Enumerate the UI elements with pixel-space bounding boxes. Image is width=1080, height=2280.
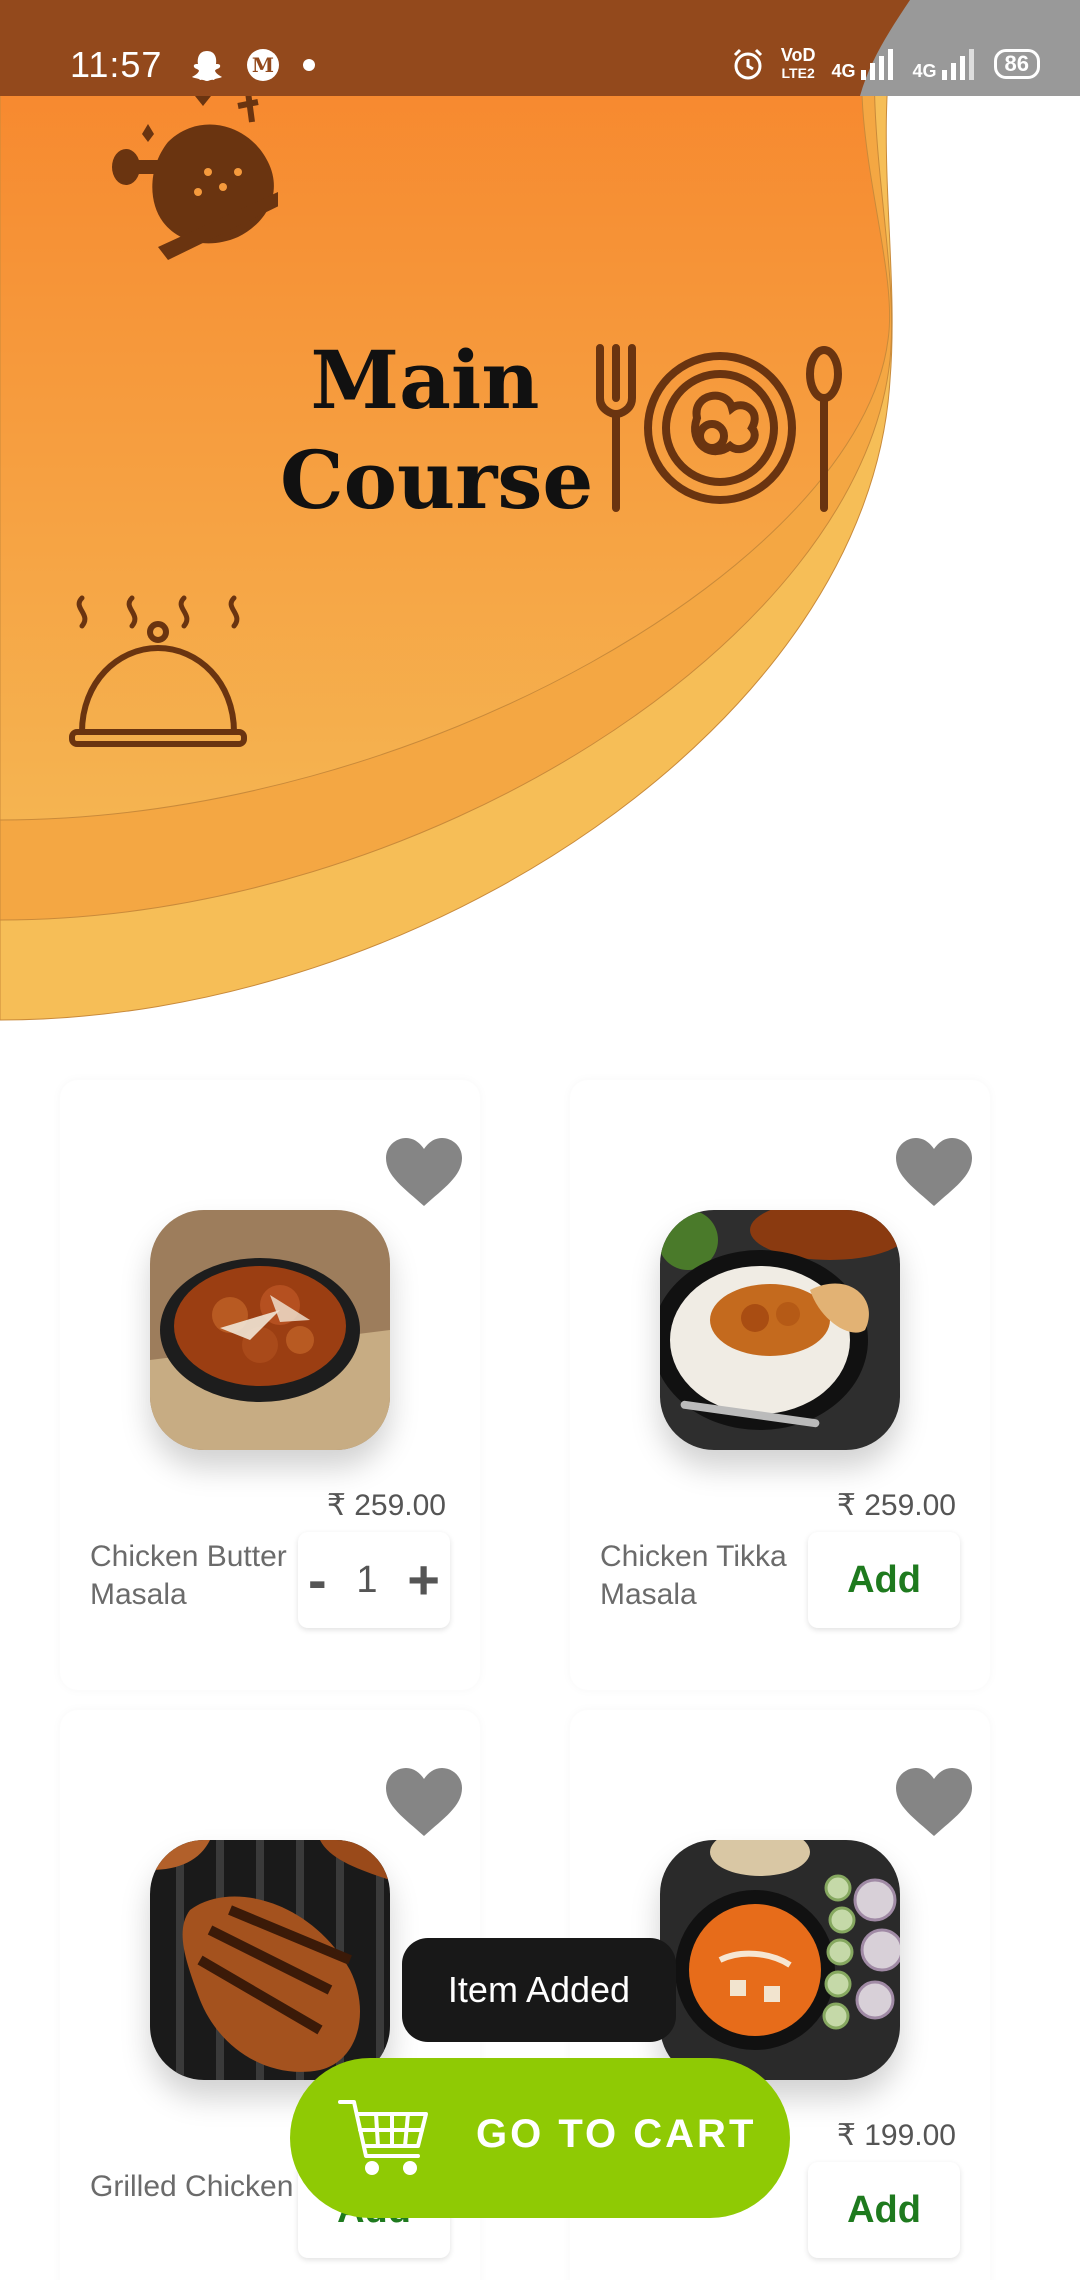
item-name: Chicken Tikka Masala [600,1540,787,1611]
network-label-1: 4G [831,61,856,81]
page-title-line2: Course [280,433,594,527]
menu-item-card[interactable]: ₹ 259.00 Chicken Butter Masala - 1 + [60,1080,480,1690]
decrease-quantity-button[interactable]: - [308,1552,327,1608]
status-time: 11:57 [70,44,163,85]
volte-icon: VoD LTE2 [781,46,816,82]
dish-image[interactable] [660,1840,900,2080]
svg-text:M: M [252,53,274,77]
go-to-cart-label: GO TO CART [476,2112,757,2156]
signal-icon-2: 4G [913,48,978,80]
page-title: Main Course [280,330,594,530]
add-button-label: Add [847,1558,921,1601]
add-button[interactable]: Add [808,2162,960,2258]
favorite-heart-icon[interactable] [384,1766,464,1838]
signal-icon: 4G [831,48,896,80]
dish-image[interactable] [660,1210,900,1450]
add-button[interactable]: Add [808,1532,960,1628]
volte-top-label: VoD [780,45,816,65]
dish-image[interactable] [150,1210,390,1450]
snapchat-icon [192,51,222,81]
item-name: Chicken Butter Masala [90,1540,287,1611]
medium-icon: M [247,49,279,81]
item-added-toast: Item Added [402,1938,676,2042]
item-price: ₹ 199.00 [836,2119,956,2152]
system-status-icons: VoD LTE2 4G 4G 86 [731,46,1040,82]
increase-quantity-button[interactable]: + [407,1552,440,1608]
network-label-2: 4G [912,61,937,81]
item-price: ₹ 259.00 [836,1489,956,1522]
plate-cutlery-icon [592,338,852,518]
quantity-stepper: - 1 + [298,1532,450,1628]
page-title-line1: Main [310,333,540,427]
battery-indicator: 86 [993,49,1040,79]
favorite-heart-icon[interactable] [384,1136,464,1208]
shopping-cart-icon [338,2100,428,2175]
menu-item-card[interactable]: ₹ 259.00 Chicken Tikka Masala Add [570,1080,990,1690]
add-button-label: Add [847,2188,921,2231]
dot-icon [303,59,315,71]
notification-icons: M [190,48,316,82]
volte-bottom-label: LTE2 [781,65,815,81]
favorite-heart-icon[interactable] [894,1136,974,1208]
item-price: ₹ 259.00 [326,1489,446,1522]
alarm-icon [733,48,762,80]
dish-image[interactable] [150,1840,390,2080]
quantity-value: 1 [356,1558,378,1601]
favorite-heart-icon[interactable] [894,1766,974,1838]
roast-chicken-icon [108,72,283,262]
go-to-cart-button[interactable]: GO TO CART [290,2058,790,2218]
cloche-icon [68,592,248,752]
status-bar: 11:57 M VoD LTE2 4G 4G 86 [0,0,1080,96]
item-name: Grilled Chicken [90,2170,294,2203]
